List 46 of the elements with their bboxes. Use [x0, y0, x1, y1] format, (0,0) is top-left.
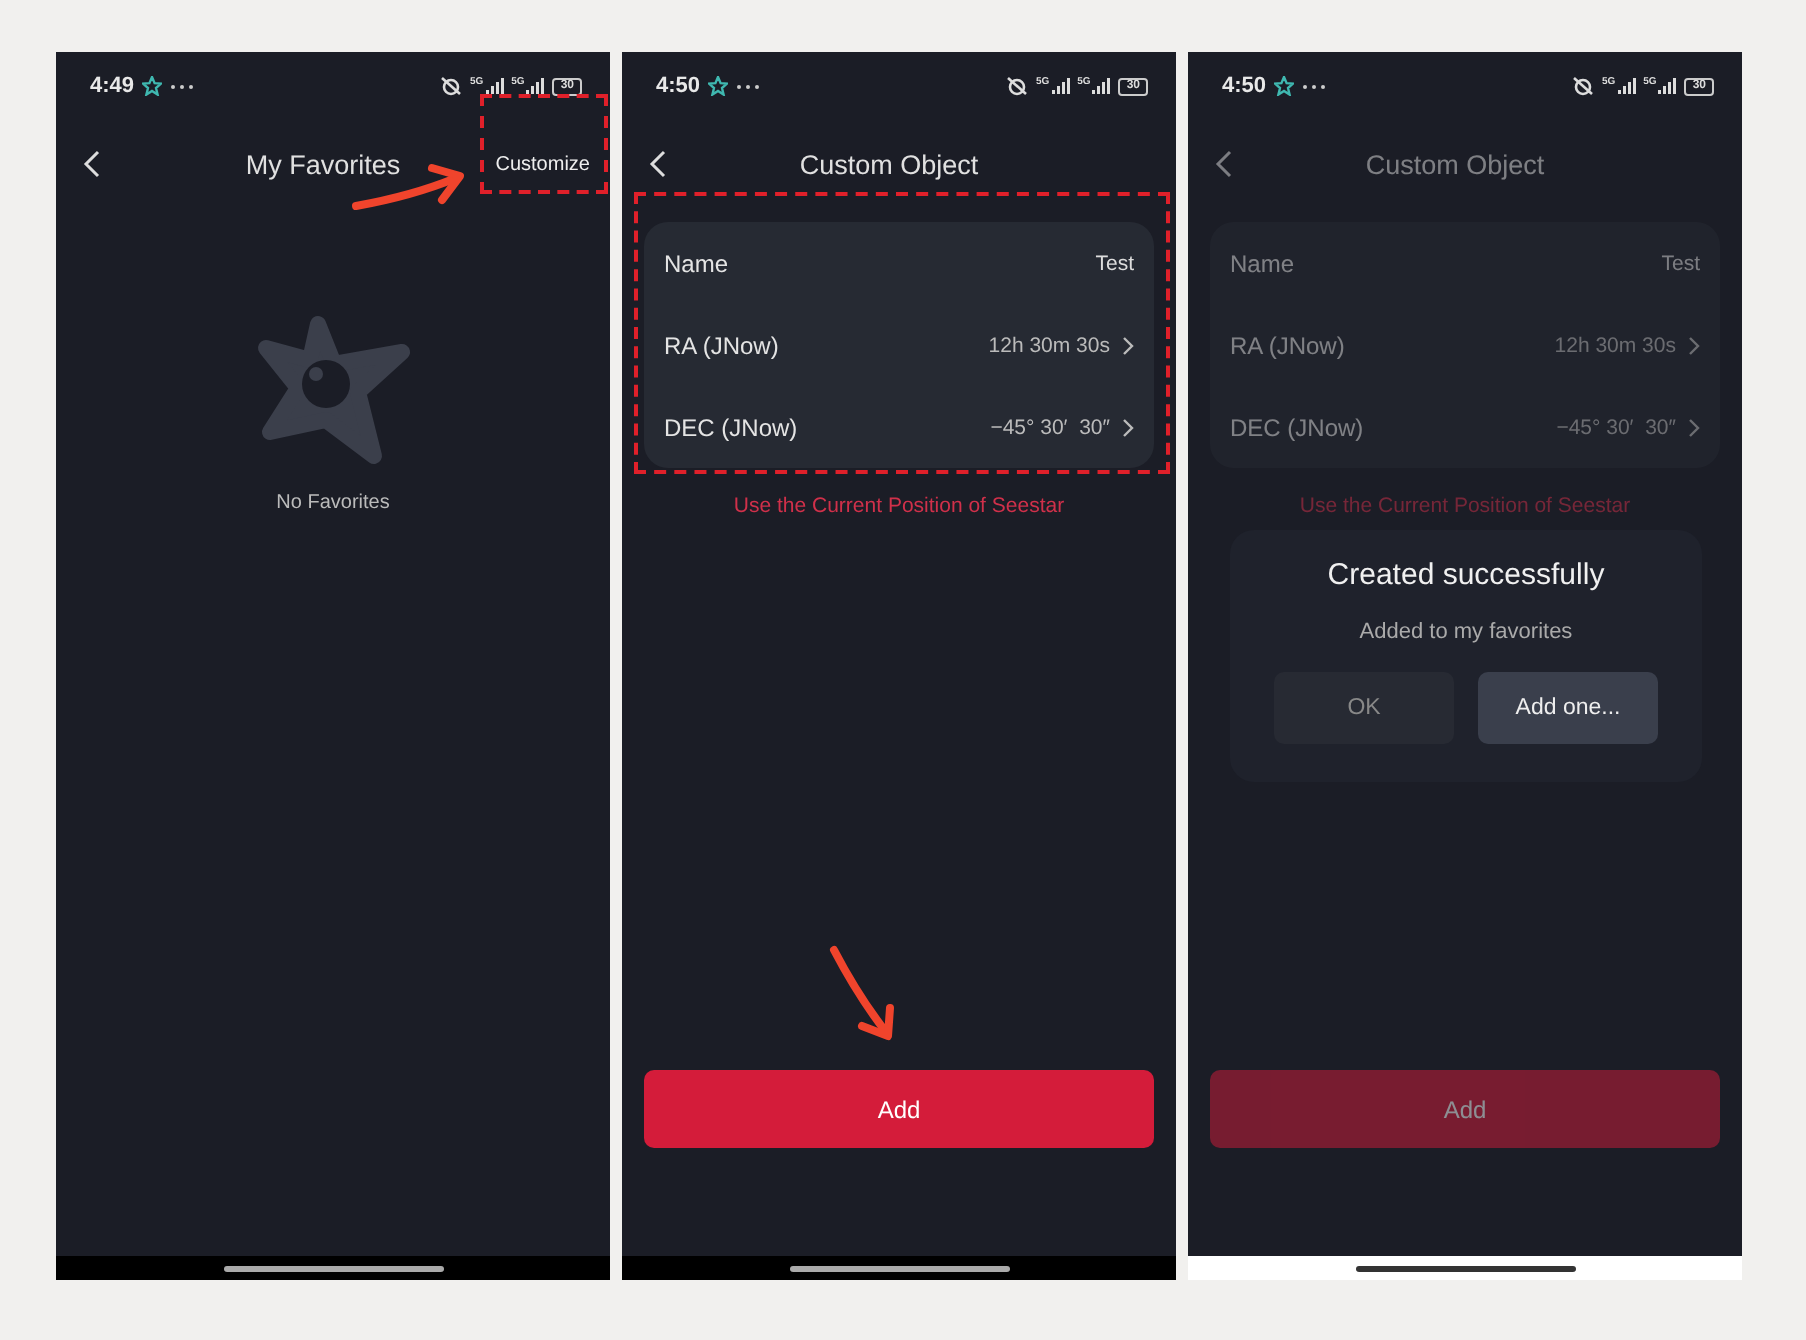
dialog-title: Created successfully [1327, 558, 1605, 592]
more-icon [736, 83, 761, 89]
signal-icon [526, 78, 545, 94]
field-label: DEC (JNow) [664, 413, 798, 441]
add-button[interactable]: Add [1210, 1070, 1720, 1148]
field-value[interactable]: 12h 30m 30s [988, 333, 1110, 357]
field-value[interactable]: Test [1095, 251, 1134, 275]
field-value[interactable]: −45° 30′ 30″ [1556, 415, 1676, 439]
star-icon [142, 76, 163, 96]
back-icon[interactable] [82, 150, 102, 178]
alarm-off-icon [1005, 76, 1028, 96]
status-time: 4:49 [90, 74, 135, 98]
alarm-off-icon [1571, 76, 1594, 96]
field-label: RA (JNow) [1230, 331, 1345, 359]
field-label: DEC (JNow) [1230, 413, 1364, 441]
customize-button[interactable]: Customize [495, 153, 590, 175]
current-position-link[interactable]: Use the Current Position of Seestar [644, 492, 1154, 520]
star-icon [1274, 76, 1295, 96]
more-icon [1302, 83, 1327, 89]
add-button[interactable]: Add [644, 1070, 1154, 1148]
field-value[interactable]: −45° 30′ 30″ [990, 415, 1110, 439]
status-time: 4:50 [1222, 74, 1267, 98]
screen-title: Custom Object [1363, 149, 1547, 179]
alarm-off-icon [439, 76, 462, 96]
more-icon [170, 83, 195, 89]
field-label: RA (JNow) [664, 331, 779, 359]
signal-icon [1092, 78, 1111, 94]
chevron-right-icon[interactable] [1122, 335, 1134, 355]
field-value[interactable]: 12h 30m 30s [1554, 333, 1676, 357]
dialog-button[interactable]: OK [1274, 672, 1454, 744]
field-label: Name [664, 249, 729, 277]
empty-message: No Favorites [276, 492, 390, 514]
signal-icon [1051, 78, 1070, 94]
chevron-right-icon[interactable] [1122, 417, 1134, 437]
status-time: 4:50 [656, 74, 701, 98]
star-icon [708, 76, 729, 96]
signal-icon [1658, 78, 1677, 94]
screen-title: Custom Object [797, 149, 981, 179]
dialog-message: Added to my favorites [1359, 620, 1573, 644]
dialog-button[interactable]: Add one... [1478, 672, 1658, 744]
signal-icon [1617, 78, 1636, 94]
back-icon[interactable] [648, 150, 668, 178]
signal-icon [485, 78, 504, 94]
field-label: Name [1230, 249, 1295, 277]
screen-title: My Favorites [243, 149, 403, 179]
field-value[interactable]: Test [1661, 251, 1700, 275]
